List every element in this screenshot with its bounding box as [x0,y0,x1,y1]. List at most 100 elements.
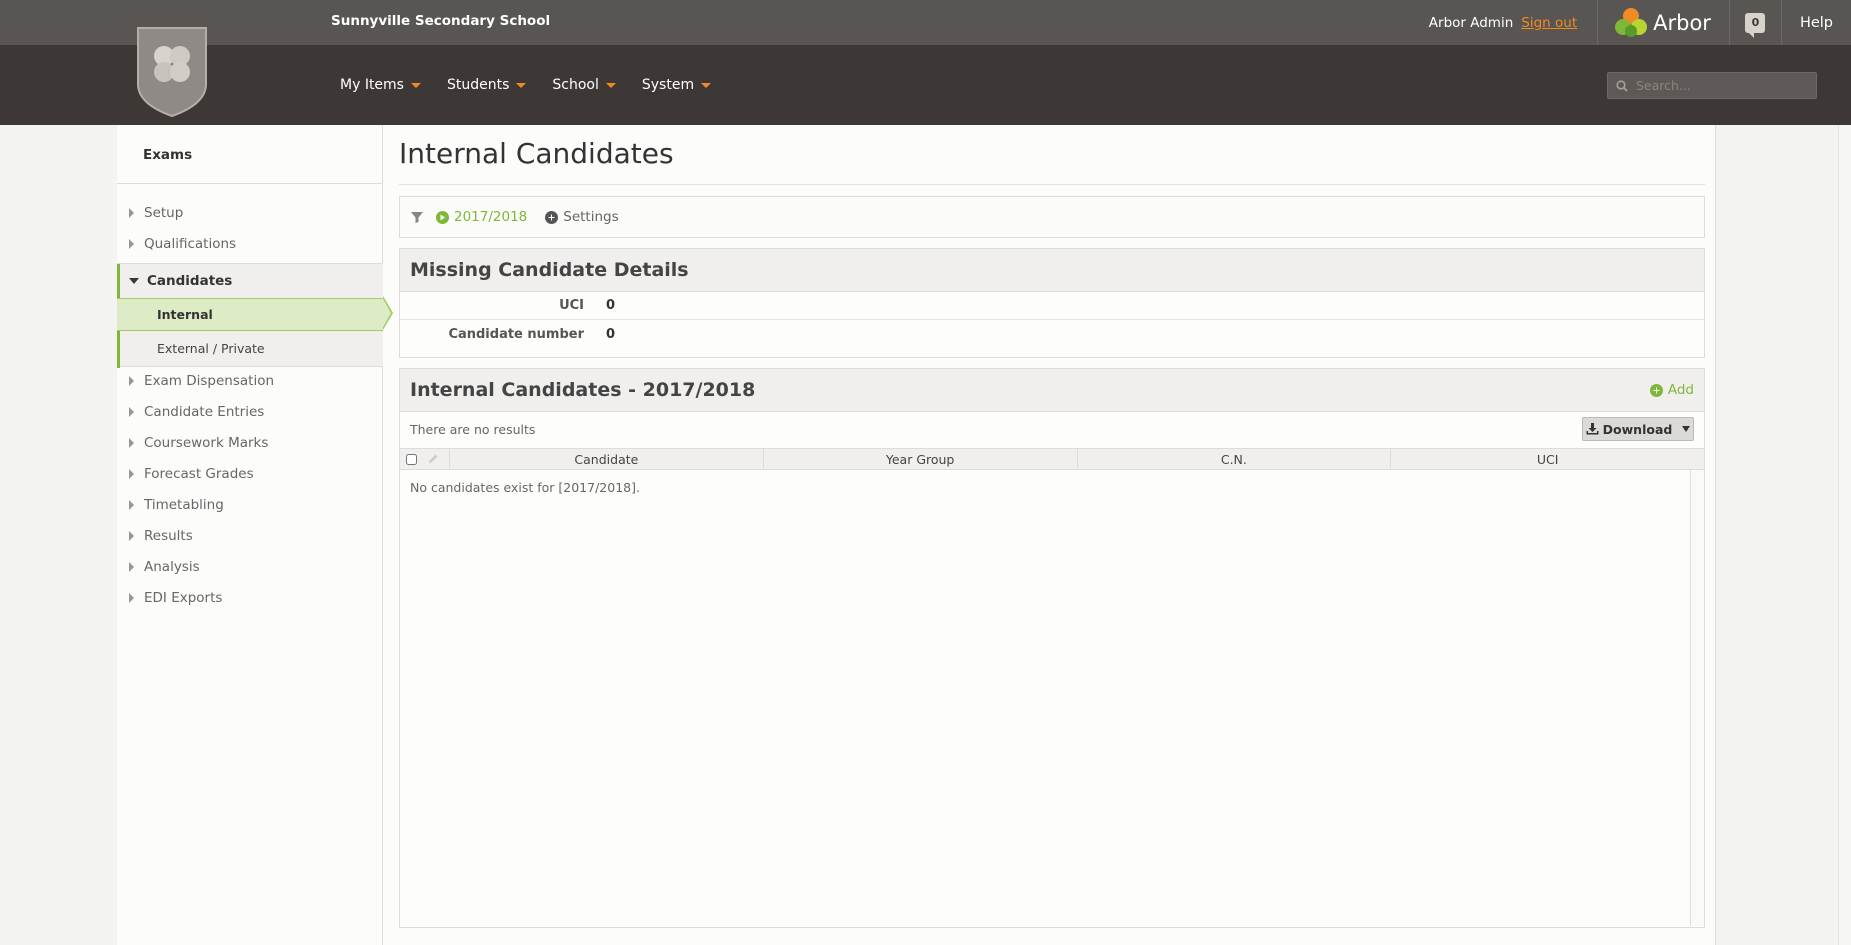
expand-arrow-icon [129,208,134,218]
menu-label: School [552,77,599,93]
menu-label: System [641,77,695,93]
missing-uci-row: UCI 0 [400,292,1704,320]
sidebar-item-label: Candidates [147,273,233,289]
menu-school[interactable]: School [552,77,616,93]
sidebar-item-candidates[interactable]: Candidates [117,264,383,298]
add-label: Add [1667,382,1694,398]
arbor-brand[interactable]: Arbor [1597,0,1730,45]
sidebar-item-timetabling[interactable]: Timetabling [117,490,383,520]
table-body: No candidates exist for [2017/2018]. [400,470,1704,926]
menu-students[interactable]: Students [446,77,527,93]
sidebar-item-candidate-entries[interactable]: Candidate Entries [117,397,383,427]
column-header-candidate[interactable]: Candidate [450,449,764,469]
sidebar-group-candidates: Candidates Internal External / Private [117,263,383,368]
menu-system[interactable]: System [641,77,712,93]
year-filter-label: 2017/2018 [454,209,528,225]
active-item-pointer-fill [382,297,391,329]
sidebar-item-edi-exports[interactable]: EDI Exports [117,583,383,613]
caret-down-icon [701,82,712,88]
sidebar: Exams Setup Qualifications Candidates In… [117,125,393,945]
edit-pencil-icon[interactable] [427,453,439,465]
search-input[interactable] [1636,78,1806,93]
school-name: Sunnyville Secondary School [331,13,551,29]
sidebar-item-qualifications[interactable]: Qualifications [117,229,383,259]
search-icon [1616,79,1628,92]
expand-arrow-icon [129,531,134,541]
sidebar-item-exam-dispensation[interactable]: Exam Dispensation [117,366,383,396]
caret-down-icon [605,82,616,88]
column-header-uci[interactable]: UCI [1391,449,1704,469]
menu-my-items[interactable]: My Items [340,77,421,93]
expand-arrow-icon [129,239,134,249]
table-scrollbar[interactable] [1690,470,1704,926]
sidebar-item-label: Setup [144,205,184,221]
caret-down-icon [410,82,421,88]
sign-out-link[interactable]: Sign out [1521,15,1577,31]
results-bar: There are no results Download [400,412,1704,448]
sidebar-item-label: Qualifications [144,236,237,252]
year-filter-tag[interactable]: 2017/2018 [436,209,527,225]
caret-down-icon [516,82,527,88]
help-link[interactable]: Help [1782,15,1851,31]
column-header-cn[interactable]: C.N. [1078,449,1392,469]
notifications-button[interactable]: 0 [1730,0,1782,45]
settings-filter-button[interactable]: Settings [545,209,619,225]
sidebar-subitem-external-private[interactable]: External / Private [117,332,383,365]
sidebar-item-label: Exam Dispensation [144,373,275,389]
sidebar-item-forecast-grades[interactable]: Forecast Grades [117,459,383,489]
main-menu: My Items Students School System [340,45,737,125]
sidebar-item-label: Forecast Grades [144,466,254,482]
select-all-cell [400,449,450,469]
missing-candidate-number-row: Candidate number 0 [400,320,1704,348]
page-scrollbar[interactable] [1838,125,1851,945]
missing-details-panel: Missing Candidate Details UCI 0 Candidat… [399,248,1705,358]
nav-bar [0,45,1851,125]
kv-value: 0 [606,326,616,342]
candidates-list-header: Internal Candidates - 2017/2018 Add [400,369,1704,412]
no-results-text: There are no results [410,422,536,437]
download-icon [1586,423,1599,435]
settings-label: Settings [563,209,619,225]
expand-arrow-icon [129,593,134,603]
filter-icon[interactable] [410,210,424,224]
play-circle-icon [436,210,449,224]
expand-arrow-icon [129,376,134,386]
sidebar-item-label: Timetabling [144,497,224,513]
sidebar-item-setup[interactable]: Setup [117,198,383,228]
expand-arrow-icon [129,407,134,417]
top-right-controls: Arbor Admin Sign out Arbor 0 Help [1429,0,1851,45]
page-title: Internal Candidates [399,137,674,170]
download-button[interactable]: Download [1582,417,1694,441]
sidebar-divider [117,183,383,184]
expand-arrow-icon [129,500,134,510]
expand-arrow-icon [129,562,134,572]
sidebar-item-label: Results [144,528,193,544]
sidebar-item-label: Candidate Entries [144,404,265,420]
notification-count-badge: 0 [1745,12,1766,38]
sidebar-item-label: Coursework Marks [144,435,269,451]
sidebar-item-label: Analysis [144,559,200,575]
add-candidate-button[interactable]: Add [1649,382,1694,398]
brand-name: Arbor [1653,10,1711,35]
plus-circle-icon [545,210,559,224]
candidates-list-panel: Internal Candidates - 2017/2018 Add Ther… [399,368,1705,928]
missing-details-title: Missing Candidate Details [400,249,1704,292]
sidebar-subitem-internal[interactable]: Internal [117,298,383,331]
filter-bar: 2017/2018 Settings [399,196,1705,238]
menu-label: Students [446,77,510,93]
kv-label: Candidate number [448,326,584,342]
kv-label: UCI [559,298,584,313]
sidebar-item-label: EDI Exports [144,590,223,606]
candidates-list-title: Internal Candidates - 2017/2018 [410,379,756,401]
table-header: Candidate Year Group C.N. UCI [400,448,1704,470]
sidebar-item-results[interactable]: Results [117,521,383,551]
plus-circle-icon [1649,383,1663,397]
select-all-checkbox[interactable] [406,453,417,465]
sidebar-title: Exams [143,147,193,163]
sidebar-item-coursework-marks[interactable]: Coursework Marks [117,428,383,458]
column-header-year-group[interactable]: Year Group [764,449,1078,469]
title-divider [399,184,1705,185]
sidebar-item-analysis[interactable]: Analysis [117,552,383,582]
empty-table-message: No candidates exist for [2017/2018]. [410,480,640,495]
school-crest-logo[interactable] [136,26,208,118]
